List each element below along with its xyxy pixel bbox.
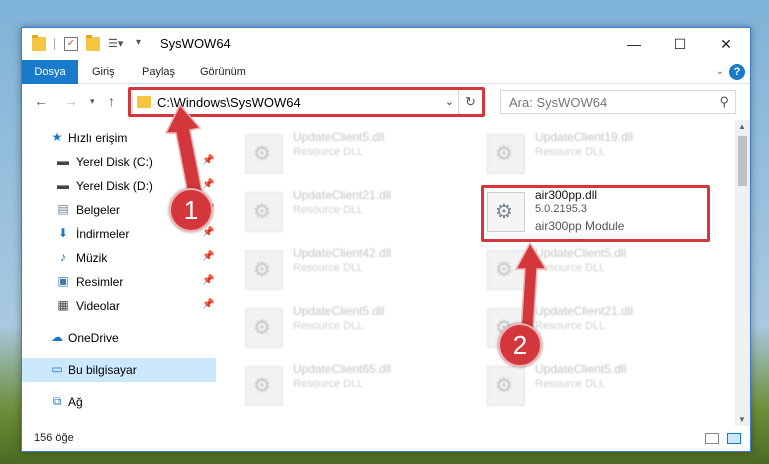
gear-icon [487,134,525,174]
list-item[interactable]: UpdateClient42.dll Resource DLL [241,242,461,294]
sidebar-item-pictures[interactable]: ▣ Resimler 📌 [22,270,216,294]
file-description: Resource DLL [293,320,364,332]
forward-icon[interactable]: → [64,93,78,109]
cloud-icon: ☁ [51,330,63,344]
gear-icon [245,134,283,174]
separator [54,38,55,50]
back-icon[interactable]: ← [34,93,48,109]
step-1-badge: 1 [169,188,213,232]
file-name: UpdateClient21.dll [293,188,392,202]
item-count: 156 öğe [34,432,74,444]
drive-icon: ▬ [57,154,69,168]
tab-share[interactable]: Paylaş [142,60,175,84]
search-box[interactable]: Ara: SysWOW64 ⚲ [500,90,736,114]
search-icon: ⚲ [719,94,729,109]
network-icon: ⧉ [52,394,62,408]
chevron-down-icon[interactable]: ▾ [136,37,150,51]
file-description: Resource DLL [293,204,364,216]
file-name: UpdateClient42.dll [293,246,392,260]
file-description: Resource DLL [293,146,364,158]
file-description: Resource DLL [535,378,606,390]
tab-view[interactable]: Görünüm [200,60,246,84]
gear-icon [487,366,525,406]
properties-icon[interactable]: ✓ [64,37,78,51]
list-item[interactable]: UpdateClient21.dll Resource DLL [241,184,461,236]
sidebar-item-network[interactable]: ⧉ Ağ [22,390,216,414]
gear-icon [245,366,283,406]
status-bar: 156 öğe [22,427,750,451]
minimize-button[interactable]: — [611,28,657,60]
file-name: UpdateClient65.dll [293,362,392,376]
ribbon-tabs: Dosya Giriş Paylaş Görünüm ⌄ ? [22,60,750,84]
close-button[interactable]: ✕ [703,28,749,60]
file-description: Resource DLL [293,378,364,390]
sidebar-item-label: İndirmeler [76,227,130,241]
file-name: UpdateClient5.dll [293,130,385,144]
title-bar: ✓ ☰▾ ▾ SysWOW64 — ☐ ✕ [22,28,750,60]
file-name: UpdateClient19.dll [535,130,634,144]
drive-icon: ▬ [57,178,69,192]
sidebar-item-label: Resimler [76,275,124,289]
sidebar-item-label: Belgeler [76,203,121,217]
up-icon[interactable]: ↑ [108,93,115,109]
computer-icon: ▭ [51,362,63,376]
expand-ribbon-icon[interactable]: ⌄ [716,66,724,77]
gear-icon [245,192,283,232]
download-icon: ⬇ [57,226,69,240]
sidebar-item-this-pc[interactable]: ▭ Bu bilgisayar [22,358,216,382]
picture-icon: ▣ [57,274,69,288]
file-description: Resource DLL [293,262,364,274]
details-view-icon[interactable] [705,433,719,444]
star-icon: ★ [51,130,63,144]
help-icon[interactable]: ? [729,64,745,80]
sidebar-item-onedrive[interactable]: ☁ OneDrive [22,326,216,350]
video-icon: ▦ [57,298,69,312]
sidebar-item-videos[interactable]: ▦ Videolar 📌 [22,294,216,318]
customize-toolbar-icon[interactable]: ☰▾ [108,37,123,51]
sidebar-item-label: Videolar [76,299,120,313]
scroll-down-icon[interactable]: ▼ [738,415,746,424]
list-item[interactable]: UpdateClient5.dll Resource DLL [241,126,461,178]
sidebar-item-label: Bu bilgisayar [68,363,137,377]
file-list: UpdateClient5.dll Resource DLL UpdateCli… [219,120,735,426]
tiles-view-icon[interactable] [727,433,741,444]
file-highlight-box [481,185,710,242]
maximize-button[interactable]: ☐ [657,28,703,60]
tab-file[interactable]: Dosya [22,60,78,84]
arrow-1-icon [164,103,203,196]
list-item[interactable]: UpdateClient19.dll Resource DLL [483,126,703,178]
list-item[interactable]: UpdateClient5.dll Resource DLL [241,300,461,352]
gear-icon [245,250,283,290]
sidebar-item-label: Müzik [76,251,108,265]
sidebar-item-label: Yerel Disk (C:) [76,155,153,169]
sidebar-item-label: Ağ [68,395,83,409]
document-icon: ▤ [57,202,69,216]
new-folder-icon[interactable] [86,35,100,51]
gear-icon [245,308,283,348]
explorer-window: ✓ ☰▾ ▾ SysWOW64 — ☐ ✕ Dosya Giriş Paylaş… [21,27,751,452]
recent-locations-icon[interactable]: ▾ [90,96,95,107]
pin-icon: 📌 [202,227,215,238]
window-title: SysWOW64 [160,36,231,51]
scroll-thumb[interactable] [738,136,747,186]
search-input[interactable]: Ara: SysWOW64 [509,95,607,110]
file-name: UpdateClient5.dll [535,362,627,376]
file-description: Resource DLL [535,146,606,158]
pin-icon: 📌 [202,275,215,286]
sidebar-item-music[interactable]: ♪ Müzik 📌 [22,246,216,270]
list-item[interactable]: UpdateClient65.dll Resource DLL [241,358,461,410]
file-name: UpdateClient5.dll [293,304,385,318]
address-row: ← → ▾ ↑ C:\Windows\SysWOW64 ⌄ ↻ Ara: Sys… [22,85,750,119]
tab-home[interactable]: Giriş [92,60,115,84]
sidebar-item-label: OneDrive [68,331,119,345]
sidebar-item-label: Yerel Disk (D:) [76,179,153,193]
pin-icon: 📌 [202,251,215,262]
vertical-scrollbar[interactable]: ▲ ▼ [735,120,750,426]
step-2-badge: 2 [498,323,542,367]
folder-icon [32,35,46,51]
pin-icon: 📌 [202,299,215,310]
scroll-up-icon[interactable]: ▲ [738,122,746,131]
sidebar-item-label: Hızlı erişim [68,131,128,145]
music-icon: ♪ [60,250,66,264]
